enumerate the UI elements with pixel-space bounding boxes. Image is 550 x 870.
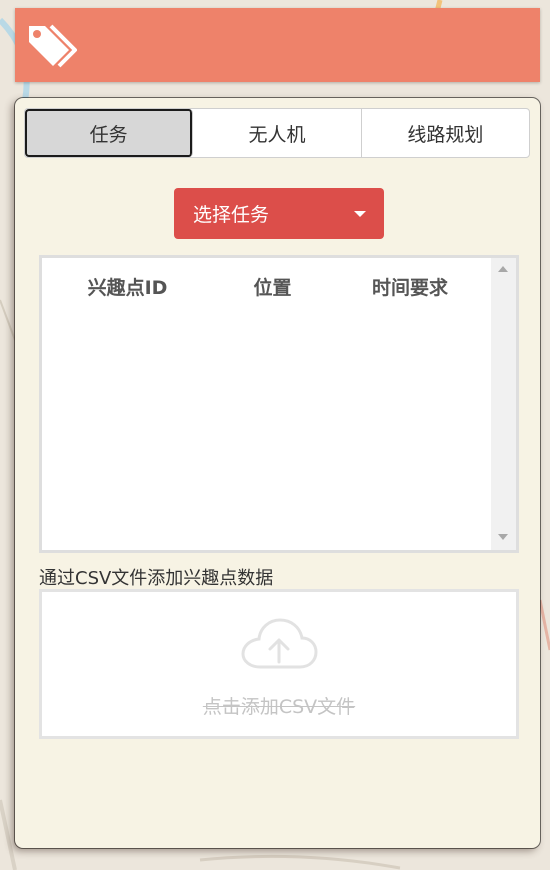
cloud-upload-icon — [240, 617, 318, 673]
scroll-up-arrow-icon[interactable] — [498, 266, 508, 272]
table-header: 兴趣点ID 位置 时间要求 — [42, 258, 516, 314]
table-scrollbar[interactable] — [491, 258, 516, 550]
tab-task[interactable]: 任务 — [25, 109, 194, 157]
select-task-label: 选择任务 — [193, 204, 270, 226]
task-panel: 任务 无人机 线路规划 选择任务 兴趣点ID 位置 时间要求 通过CSV文件添加… — [15, 98, 540, 848]
upload-csv-text: 点击添加CSV文件 — [202, 696, 356, 718]
column-header-poi-id: 兴趣点ID — [87, 276, 168, 299]
caret-down-icon — [354, 211, 366, 217]
tab-route-planning[interactable]: 线路规划 — [362, 109, 529, 157]
csv-upload-area[interactable]: 点击添加CSV文件 — [39, 589, 519, 739]
column-header-location: 位置 — [253, 276, 292, 299]
select-task-dropdown[interactable]: 选择任务 — [174, 188, 384, 239]
column-header-time-requirement: 时间要求 — [371, 276, 448, 299]
tags-icon — [27, 22, 91, 70]
poi-table: 兴趣点ID 位置 时间要求 — [39, 255, 519, 553]
csv-section-label: 通过CSV文件添加兴趣点数据 — [39, 568, 274, 589]
header-banner — [15, 8, 540, 82]
tab-drone[interactable]: 无人机 — [193, 109, 362, 157]
scroll-down-arrow-icon[interactable] — [498, 534, 508, 540]
tab-bar: 任务 无人机 线路规划 — [24, 108, 530, 158]
